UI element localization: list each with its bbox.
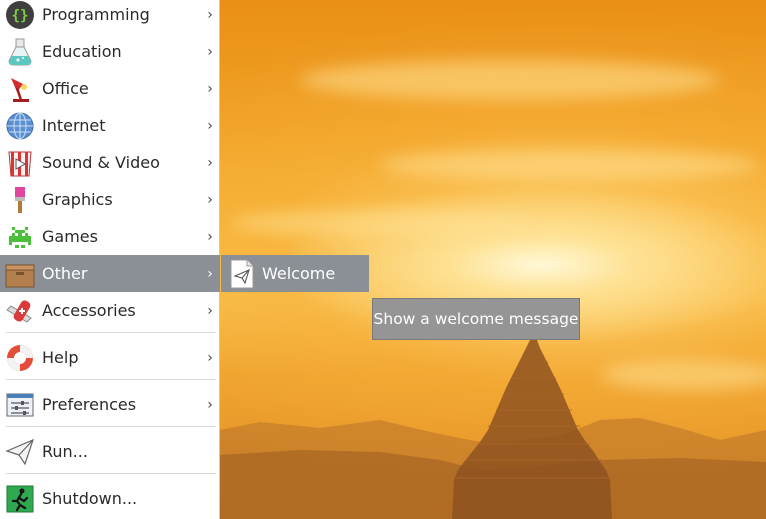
- menu-item-run[interactable]: Run...: [0, 433, 220, 470]
- menu-item-label: Programming: [42, 5, 150, 24]
- menu-item-games[interactable]: Games ›: [0, 218, 220, 255]
- submenu-arrow-icon: ›: [207, 228, 213, 245]
- submenu-arrow-icon: ›: [207, 265, 213, 282]
- menu-item-label: Preferences: [42, 395, 137, 414]
- menu-item-education[interactable]: Education ›: [0, 33, 220, 70]
- menu-item-internet[interactable]: Internet ›: [0, 107, 220, 144]
- welcome-icon: [229, 258, 255, 290]
- menu-item-label: Other: [42, 264, 88, 283]
- menu-item-label: Accessories: [42, 301, 136, 320]
- menu-item-label: Education: [42, 42, 122, 61]
- submenu-other: Welcome: [221, 255, 369, 292]
- preferences-icon: [4, 389, 36, 421]
- menu-item-graphics[interactable]: Graphics ›: [0, 181, 220, 218]
- programming-icon: {}: [4, 0, 36, 31]
- submenu-arrow-icon: ›: [207, 154, 213, 171]
- other-icon: [4, 258, 36, 290]
- submenu-arrow-icon: ›: [207, 349, 213, 366]
- submenu-arrow-icon: ›: [207, 6, 213, 23]
- tooltip: Show a welcome message: [372, 298, 580, 340]
- office-icon: [4, 73, 36, 105]
- menu-item-label: Run...: [42, 442, 88, 461]
- internet-icon: [4, 110, 36, 142]
- menu-item-other[interactable]: Other ›: [0, 255, 220, 292]
- help-icon: [4, 342, 36, 374]
- accessories-icon: [4, 295, 36, 327]
- submenu-arrow-icon: ›: [207, 396, 213, 413]
- menu-item-accessories[interactable]: Accessories ›: [0, 292, 220, 329]
- menu-item-office[interactable]: Office ›: [0, 70, 220, 107]
- submenu-arrow-icon: ›: [207, 43, 213, 60]
- submenu-arrow-icon: ›: [207, 117, 213, 134]
- menu-item-label: Sound & Video: [42, 153, 160, 172]
- run-icon: [4, 436, 36, 468]
- menu-item-shutdown[interactable]: Shutdown...: [0, 480, 220, 517]
- menu-item-help[interactable]: Help ›: [0, 339, 220, 376]
- submenu-arrow-icon: ›: [207, 80, 213, 97]
- submenu-item-label: Welcome: [262, 264, 336, 283]
- menu-item-label: Office: [42, 79, 89, 98]
- submenu-arrow-icon: ›: [207, 191, 213, 208]
- menu-separator: [6, 426, 216, 427]
- submenu-item-welcome[interactable]: Welcome: [221, 255, 369, 292]
- application-menu: {} Programming › Education › Office › In…: [0, 0, 220, 519]
- svg-text:{}: {}: [12, 8, 29, 24]
- menu-item-label: Graphics: [42, 190, 113, 209]
- menu-item-preferences[interactable]: Preferences ›: [0, 386, 220, 423]
- shutdown-icon: [4, 483, 36, 515]
- menu-item-programming[interactable]: {} Programming ›: [0, 0, 220, 33]
- submenu-arrow-icon: ›: [207, 302, 213, 319]
- menu-separator: [6, 379, 216, 380]
- menu-separator: [6, 473, 216, 474]
- education-icon: [4, 36, 36, 68]
- tooltip-text: Show a welcome message: [373, 310, 579, 328]
- menu-separator: [6, 332, 216, 333]
- menu-item-label: Help: [42, 348, 79, 367]
- sound-video-icon: [4, 147, 36, 179]
- menu-item-label: Internet: [42, 116, 106, 135]
- graphics-icon: [4, 184, 36, 216]
- menu-item-label: Shutdown...: [42, 489, 138, 508]
- desktop: {} Programming › Education › Office › In…: [0, 0, 766, 519]
- games-icon: [4, 221, 36, 253]
- menu-item-label: Games: [42, 227, 98, 246]
- menu-item-sound-video[interactable]: Sound & Video ›: [0, 144, 220, 181]
